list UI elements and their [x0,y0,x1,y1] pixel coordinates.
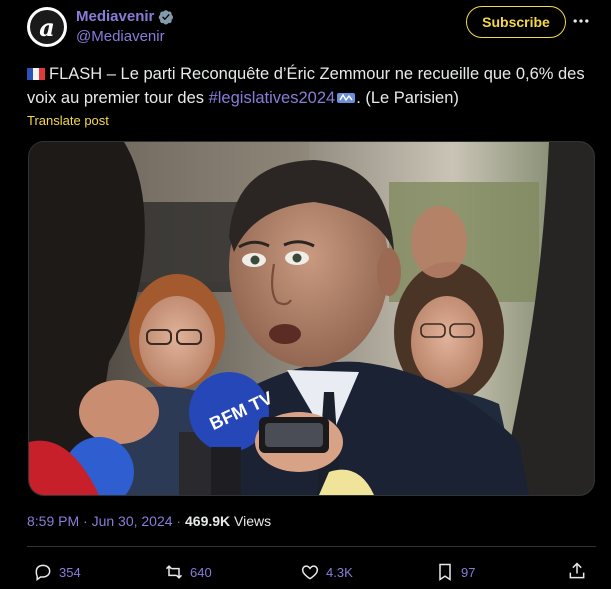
like-button[interactable]: 4.3K [300,562,353,582]
reply-button[interactable]: 354 [33,562,81,582]
hashtag-link[interactable]: #legislatives2024 [209,89,336,107]
bookmark-icon [439,563,451,581]
heart-icon [301,565,319,580]
share-icon [569,562,585,579]
repost-button[interactable]: 640 [164,562,212,582]
reply-icon [35,564,51,581]
divider [27,546,596,547]
verified-badge-icon [159,9,174,24]
avatar[interactable]: a [27,7,67,47]
author-handle[interactable]: @Mediavenir [76,28,165,45]
post-text-part2: . (Le Parisien) [356,89,459,107]
more-options-icon[interactable] [570,10,592,32]
share-button[interactable] [567,561,587,581]
meta-separator: · [172,513,185,529]
repost-icon [165,565,183,579]
legislatives-emoji-icon [337,93,356,103]
translate-post-link[interactable]: Translate post [27,113,109,128]
post-meta: 8:59 PM · Jun 30, 2024 · 469.9K Views [27,513,271,529]
repost-count: 640 [190,564,212,580]
avatar-logo: a [30,10,64,44]
france-flag-icon [27,68,45,80]
tweet: a Mediavenir @Mediavenir Subscribe FLASH… [0,0,611,589]
reply-count: 354 [59,564,81,580]
press-scrum-photo: BFM TV [29,142,594,495]
author-name-row: Mediavenir [76,8,174,25]
bookmark-button[interactable]: 97 [435,562,475,582]
like-count: 4.3K [326,564,353,580]
post-text: FLASH – Le parti Reconquête d’Éric Zemmo… [27,62,597,110]
post-timestamp[interactable]: 8:59 PM · Jun 30, 2024 [27,513,173,529]
views-count: 469.9K [185,513,231,529]
display-name[interactable]: Mediavenir [76,8,154,25]
post-image[interactable]: BFM TV [28,141,595,496]
subscribe-button[interactable]: Subscribe [466,6,566,38]
views-label: Views [230,513,272,529]
bookmark-count: 97 [461,564,476,580]
